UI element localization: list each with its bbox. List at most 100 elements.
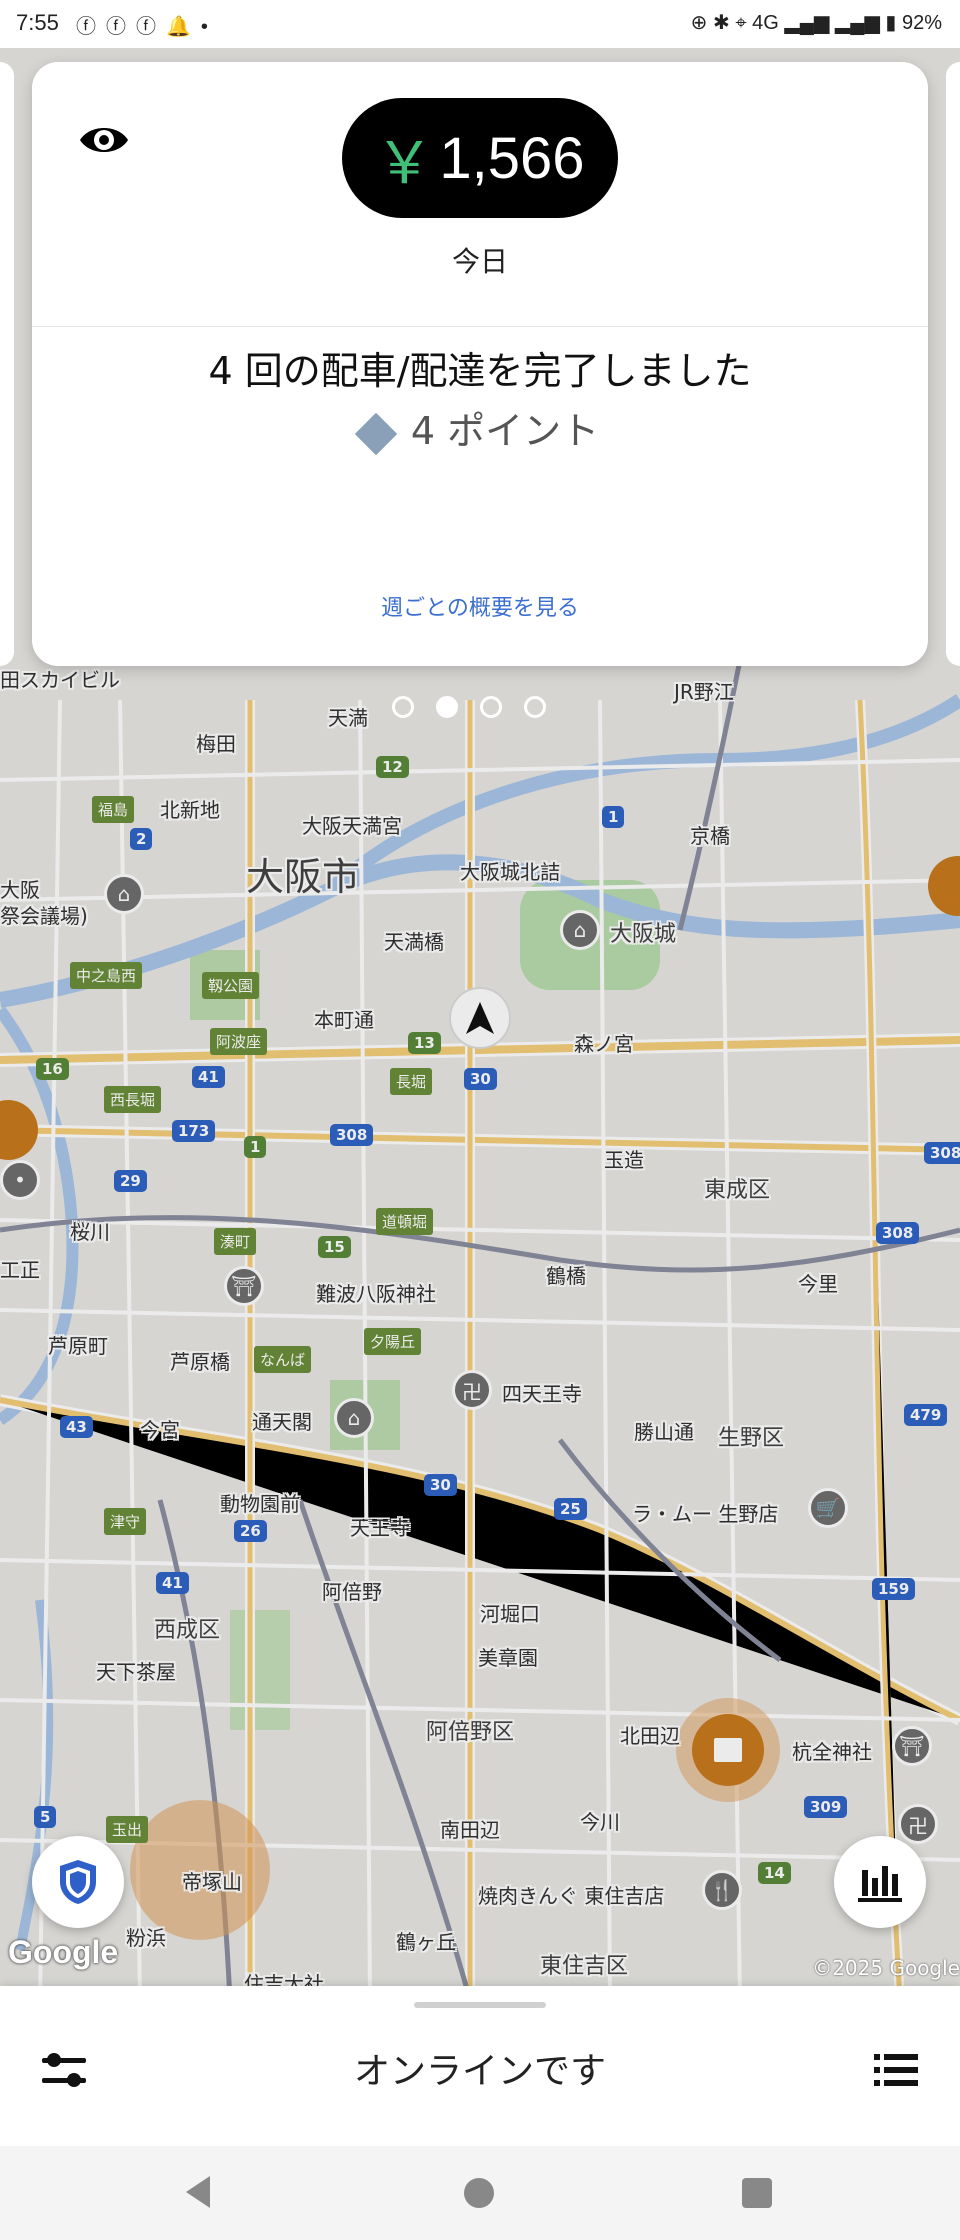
data-saver-icon: ⊕ — [690, 12, 708, 34]
route-shield-13: 13 — [408, 1032, 441, 1054]
map-label-tsurugaoka: 鶴ヶ丘 — [396, 1930, 456, 1954]
station-tag-tamade: 玉出 — [106, 1816, 149, 1843]
route-shield-30b: 30 — [424, 1474, 457, 1496]
currency-symbol: ￥ — [375, 131, 434, 196]
landmark-marker-icon[interactable]: ⌂ — [104, 874, 144, 914]
map-label-imagawa: 今川 — [580, 1810, 620, 1834]
map-label-tsutenkaku: 通天閣 — [252, 1410, 312, 1434]
map-label-horikoshiguchi: 河堀口 — [480, 1602, 540, 1626]
route-shield-5: 5 — [34, 1806, 57, 1828]
station-tag-dotonbori: 道頓堀 — [376, 1208, 434, 1235]
pager-dot[interactable] — [480, 696, 502, 718]
map-label-kitashinchi: 北新地 — [160, 798, 220, 822]
tower-marker-icon[interactable]: ⌂ — [334, 1398, 374, 1438]
bottom-status-panel[interactable]: オンラインです — [0, 1986, 960, 2146]
route-shield-479: 479 — [904, 1404, 948, 1426]
map-label-abeno: 阿倍野 — [322, 1580, 382, 1604]
map-label-osakajo-kitazume: 大阪城北詰 — [460, 860, 560, 884]
route-shield-173: 173 — [172, 1120, 216, 1142]
temple-marker-icon[interactable]: 卍 — [452, 1370, 492, 1410]
drag-handle[interactable] — [414, 2002, 546, 2008]
restaurant-marker-icon[interactable]: 🍴 — [702, 1870, 742, 1910]
route-shield-30: 30 — [464, 1068, 497, 1090]
route-shield-308b: 308 — [876, 1222, 920, 1244]
pager-dot-active[interactable] — [436, 696, 458, 718]
status-bar: 7:55 ⓕⓕⓕ🔔• ⊕ ✱ ⌖ 4G ▂▄▆ ▂▄▆ ▮ 92% — [0, 0, 960, 48]
status-time: 7:55 — [16, 10, 59, 35]
earnings-chart-button[interactable] — [834, 1836, 926, 1928]
battery-level: 92% — [901, 12, 942, 34]
signal-icon: ▂▄▆ — [784, 12, 830, 34]
menu-list-icon[interactable] — [868, 2042, 924, 2098]
map-label-higashinari: 東成区 — [704, 1178, 771, 1203]
map-label-laamu: ラ・ムー 生野店 — [632, 1502, 779, 1526]
bell-icon: 🔔 — [166, 16, 201, 38]
route-shield-29: 29 — [114, 1170, 147, 1192]
map-label-tennoji: 天王寺 — [350, 1516, 410, 1540]
diamond-icon — [354, 412, 398, 455]
osaka-castle-marker-icon[interactable]: ⌂ — [560, 910, 600, 950]
shrine-marker-icon-2[interactable]: ⛩ — [892, 1726, 932, 1766]
shopping-cart-icon[interactable]: 🛒 — [808, 1488, 848, 1528]
recent-apps-icon[interactable] — [742, 2178, 772, 2208]
map-label-kyocera: 祭会議場) — [0, 904, 88, 928]
map-label-hojo: 工正 — [0, 1258, 40, 1282]
map-label-jr-noe: JR野江 — [674, 680, 734, 704]
map-label-tenmabashi: 天満橋 — [384, 930, 444, 954]
map-label-honmachi: 本町通 — [314, 1008, 374, 1032]
route-shield-2: 2 — [130, 828, 153, 850]
earnings-period: 今日 — [451, 245, 508, 278]
pager-dot[interactable] — [392, 696, 414, 718]
map-label-kitatanabe: 北田辺 — [620, 1724, 680, 1748]
temple-marker-icon-2[interactable]: 卍 — [898, 1804, 938, 1844]
map-copyright: ©2025 Google — [812, 1956, 960, 1980]
map-label-nishinari: 西成区 — [154, 1618, 221, 1643]
station-tag-nagahori: 長堀 — [390, 1068, 433, 1095]
eye-icon[interactable] — [76, 112, 132, 168]
map-label-osaka-dome: 大阪 — [0, 878, 40, 902]
route-shield-309: 309 — [804, 1796, 848, 1818]
shrine-marker-icon[interactable]: ⛩ — [224, 1266, 264, 1306]
map-label-katsuyamadori: 勝山通 — [634, 1420, 694, 1444]
battery-icon: ▮ — [885, 12, 897, 34]
route-shield-12: 12 — [376, 756, 409, 778]
system-status: ⊕ ✱ ⌖ 4G ▂▄▆ ▂▄▆ ▮ 92% — [691, 10, 942, 35]
weekly-summary-link[interactable]: 週ごとの概要を見る — [32, 590, 928, 622]
map-label-minamitanabe: 南田辺 — [440, 1818, 500, 1842]
map-label-higashisumiyoshi: 東住吉区 — [540, 1954, 629, 1979]
route-shield-41: 41 — [192, 1066, 225, 1088]
notification-icons: ⓕⓕⓕ🔔• — [76, 10, 218, 39]
route-shield-308: 308 — [330, 1124, 374, 1146]
station-tag-tsumori: 津守 — [104, 1508, 147, 1535]
earnings-card[interactable]: ￥ 1,566 今日 4 回の配車/配達を完了しました 4 ポイント 週ごとの概… — [32, 62, 928, 666]
pager-dot[interactable] — [524, 696, 546, 718]
map-label-sakuragawa: 桜川 — [70, 1220, 110, 1244]
station-tag-yuhigaoka: 夕陽丘 — [364, 1328, 422, 1355]
earnings-amount-pill[interactable]: ￥ 1,566 — [342, 98, 618, 218]
station-tag-minatomachi: 湊町 — [214, 1228, 257, 1255]
map-label-ashiharacho: 芦原町 — [48, 1334, 108, 1358]
google-logo: Google — [8, 1934, 119, 1970]
station-tag-utsubo: 靱公園 — [202, 972, 260, 999]
trips-completed-text: 4 回の配車/配達を完了しました — [208, 349, 752, 393]
map-label-osaka-castle: 大阪城 — [610, 922, 677, 947]
poi-marker-icon[interactable]: • — [0, 1160, 40, 1200]
map-label-kyobashi: 京橋 — [690, 824, 730, 848]
route-shield-25: 25 — [554, 1498, 587, 1520]
map-label-tsuruhashi: 鶴橋 — [546, 1264, 586, 1288]
home-icon[interactable] — [464, 2178, 494, 2208]
route-shield-1b: 1 — [244, 1136, 267, 1158]
facebook-icon: ⓕ — [76, 16, 106, 38]
previous-card-peek[interactable] — [0, 62, 14, 666]
map-label-ashiharabashi: 芦原橋 — [170, 1350, 230, 1374]
safety-toolkit-button[interactable] — [32, 1836, 124, 1928]
back-icon[interactable] — [182, 2172, 212, 2212]
map-label-ikuno: 生野区 — [718, 1426, 785, 1451]
map-label-namba-yasaka: 難波八阪神社 — [316, 1282, 436, 1306]
station-tag-awaza: 阿波座 — [210, 1028, 268, 1055]
route-shield-159: 159 — [872, 1578, 916, 1600]
route-shield-308c: 308 — [924, 1142, 960, 1164]
location-icon: ⌖ — [735, 12, 747, 34]
map-label-osaka-city: 大阪市 — [246, 855, 361, 899]
next-card-peek[interactable] — [946, 62, 960, 666]
